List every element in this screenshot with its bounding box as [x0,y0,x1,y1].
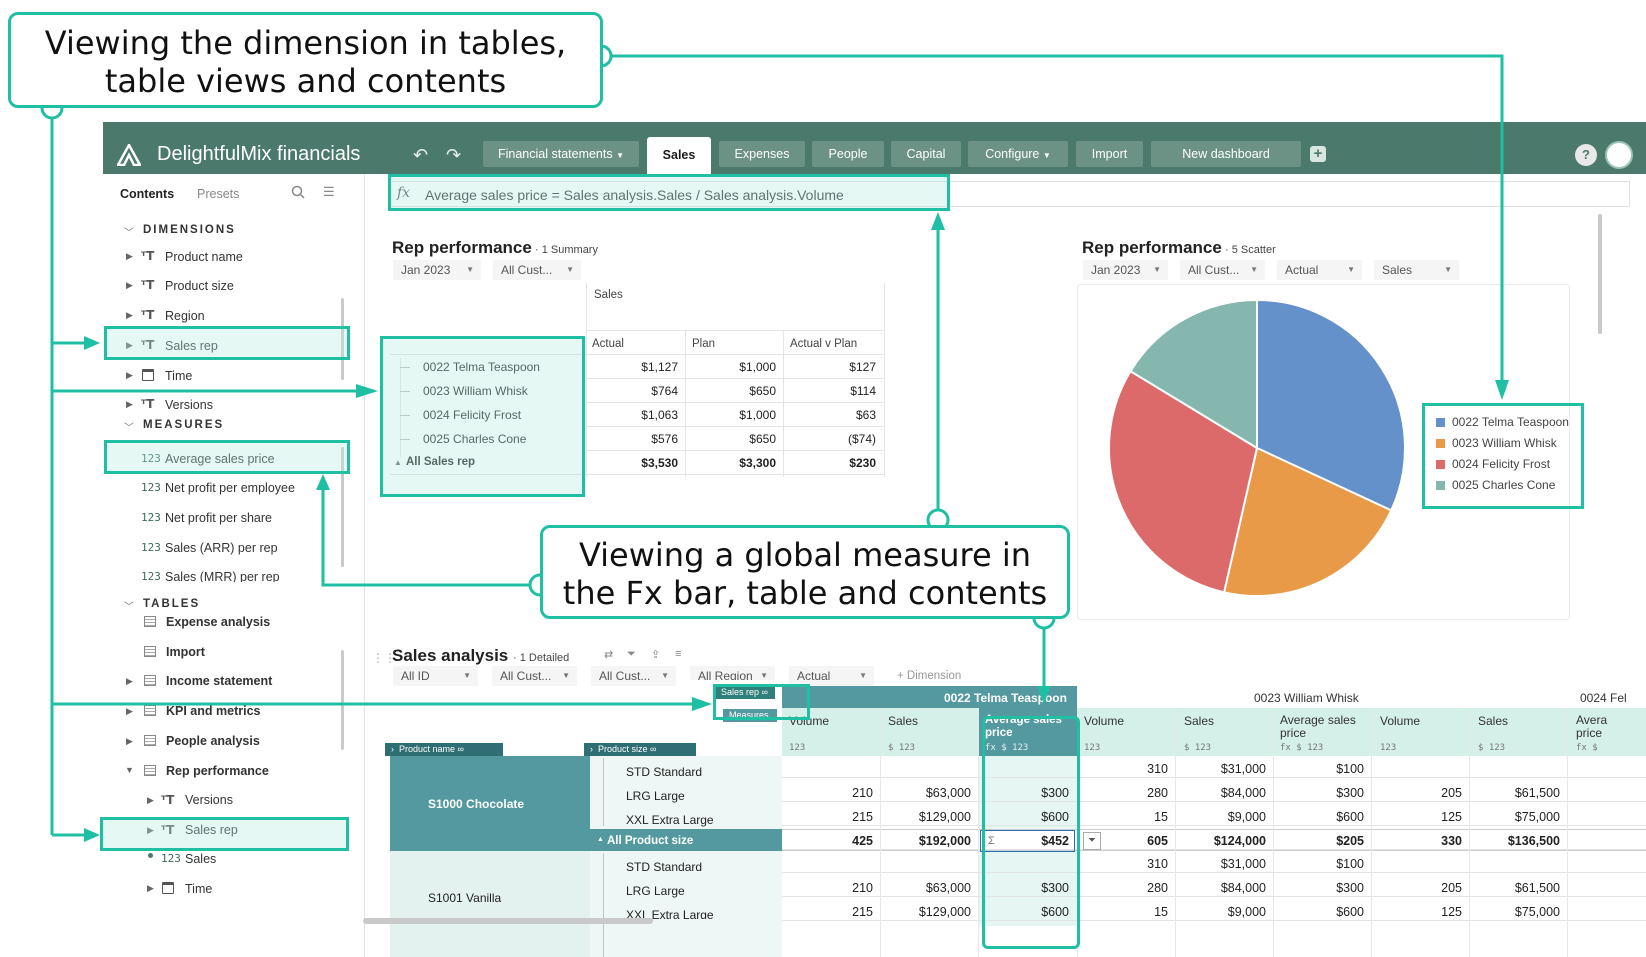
callout-measure: Viewing a global measure in the Fx bar, … [540,525,1070,619]
callout-connectors [40,44,1509,842]
callout-line: Viewing a global measure in [578,536,1032,574]
callout-line: the Fx bar, table and contents [562,574,1048,612]
screenshot-stage: DelightfulMix financials ↶ ↷ Financial s… [0,0,1646,957]
callout-line: table views and contents [104,62,507,100]
callout-line: Viewing the dimension in tables, [44,24,567,62]
callout-dimension: Viewing the dimension in tables, table v… [8,12,603,108]
